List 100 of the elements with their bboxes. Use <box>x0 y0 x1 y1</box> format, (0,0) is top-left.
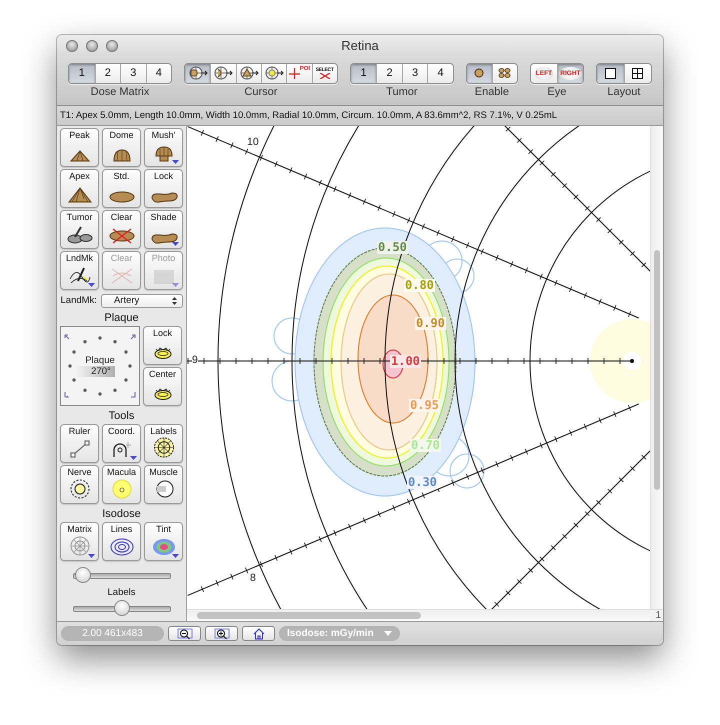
zoom-in-button[interactable] <box>205 626 238 642</box>
tool-button[interactable]: Std. <box>102 168 141 208</box>
plaque-icon <box>152 386 172 401</box>
crosshair-icon <box>288 67 300 80</box>
group-label: Enable <box>474 86 509 98</box>
toolbar-button[interactable] <box>466 64 492 83</box>
crosshair-arrow-icon <box>213 66 234 80</box>
zoom-out-button[interactable] <box>168 626 201 642</box>
tool-button[interactable]: Shade <box>144 210 183 249</box>
segment-button[interactable]: 3 <box>120 64 146 83</box>
grid-label: 10 <box>247 136 259 148</box>
tool-button[interactable]: Tumor <box>60 210 99 249</box>
cone-icon <box>68 186 92 203</box>
crosshair-arrow-icon <box>238 66 259 80</box>
radial-grid-icon <box>68 536 90 556</box>
blob-pen-icon <box>66 226 92 244</box>
zoom-out-icon <box>176 628 192 640</box>
ellipse-icon <box>108 190 134 203</box>
mushroom-icon <box>154 146 174 162</box>
section-heading: Isodose <box>102 508 141 520</box>
zoom-readout: 2.00 461x483 <box>61 626 164 642</box>
isodose-label: 0.70 <box>410 438 441 452</box>
blob-icon <box>150 232 178 244</box>
ellipses-icon <box>110 538 134 556</box>
segment-button[interactable]: 4 <box>427 64 453 83</box>
isodose-label: 0.95 <box>409 398 440 412</box>
tool-button[interactable]: Mush' <box>144 128 183 167</box>
dots-icon <box>498 68 512 78</box>
group-label: Layout <box>607 86 640 98</box>
plaque-button[interactable]: Center <box>143 366 182 406</box>
tool-button[interactable]: Macula <box>102 464 141 504</box>
cross-mark-icon <box>318 72 332 79</box>
crossed-ellipse-icon <box>108 228 134 244</box>
isodose-label: 0.80 <box>404 278 435 292</box>
slider-thumb[interactable] <box>114 600 130 616</box>
tool-button[interactable]: Nerve <box>60 464 99 504</box>
grid-icon <box>632 68 644 79</box>
section-heading: Tools <box>108 410 134 422</box>
segment-button[interactable]: 1 <box>350 64 376 83</box>
dot-icon <box>474 68 484 78</box>
tool-button[interactable]: Matrix <box>60 522 99 561</box>
plaque-dial[interactable]: Plaque 270° <box>60 326 140 406</box>
tool-button[interactable]: Clear <box>102 210 141 249</box>
tool-button[interactable]: Muscle <box>144 464 183 504</box>
tool-button[interactable]: Coord. <box>102 424 141 463</box>
slider-thumb[interactable] <box>74 566 91 583</box>
cone-icon <box>70 150 90 162</box>
circle-icon <box>112 478 132 499</box>
group-label: Eye <box>547 86 566 98</box>
tool-button[interactable]: Lines <box>102 522 141 561</box>
toolbar-button[interactable] <box>185 64 210 83</box>
tool-button[interactable]: Dome <box>102 128 141 167</box>
circle-icon <box>70 478 90 499</box>
tool-button[interactable]: LndMk <box>60 250 99 290</box>
close-button[interactable] <box>66 40 78 52</box>
segment-button[interactable]: 2 <box>94 64 120 83</box>
dial-title: Plaque <box>85 354 115 366</box>
cross-icon <box>110 266 134 285</box>
tool-button[interactable]: Tint <box>144 522 183 561</box>
segment-button[interactable]: 1 <box>69 64 94 83</box>
slider-label: Labels <box>108 586 136 598</box>
vertical-scrollbar[interactable] <box>650 126 663 610</box>
toolbar-button[interactable] <box>596 64 624 83</box>
minimize-button[interactable] <box>86 40 98 52</box>
tumor-info-text: T1: Apex 5.0mm, Length 10.0mm, Width 10.0mm, Radial 10.0mm, Circum. 10.0mm, A 83.6mm^2, RS 7.1%, V 0.25mL <box>60 110 558 121</box>
angle-readout: 270° <box>75 366 115 377</box>
page-number: 1 <box>655 610 661 622</box>
group-label: Cursor <box>244 86 278 98</box>
photo-icon <box>152 268 174 285</box>
square-icon <box>604 68 616 79</box>
segment-button[interactable]: 4 <box>146 64 171 83</box>
slider[interactable] <box>72 566 170 583</box>
circle-icon <box>154 478 174 499</box>
arch-icon <box>110 440 132 458</box>
grid-label: 9 <box>192 354 198 366</box>
tool-button[interactable]: Lock <box>144 168 183 208</box>
home-button[interactable] <box>242 626 275 642</box>
crosshair-arrow-icon <box>188 66 208 80</box>
tool-button[interactable]: Ruler <box>60 424 99 463</box>
group-label: Dose Matrix <box>90 86 150 98</box>
toolbar-button[interactable] <box>260 64 286 83</box>
pen-icon <box>68 266 92 285</box>
horizontal-scrollbar[interactable] <box>187 609 650 622</box>
ellipse-icon <box>152 538 176 556</box>
tool-button[interactable]: Peak <box>60 128 99 167</box>
segment-button[interactable]: 2 <box>376 64 402 83</box>
plaque-button[interactable]: Lock <box>143 326 182 365</box>
zoom-button[interactable] <box>106 40 118 52</box>
isodose-label: 1.00 <box>390 354 421 368</box>
zoom-in-icon <box>214 628 230 640</box>
landmark-label: LandMk: <box>60 295 97 306</box>
group-label: Tumor <box>386 86 418 98</box>
toolbar-button[interactable] <box>236 64 261 83</box>
isodose-label: 0.50 <box>377 240 408 254</box>
tool-button[interactable]: Labels <box>144 424 183 463</box>
grid-label: 8 <box>250 572 256 584</box>
slider[interactable] <box>72 600 170 616</box>
landmark-dropdown[interactable]: Artery <box>100 294 182 308</box>
segment-button[interactable]: 3 <box>402 64 428 83</box>
tool-button[interactable]: Apex <box>60 168 99 208</box>
